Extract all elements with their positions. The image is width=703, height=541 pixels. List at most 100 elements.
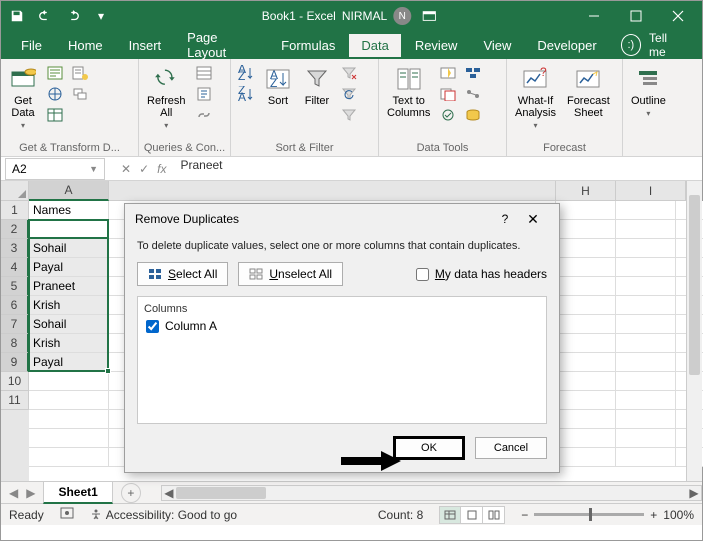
cell-empty[interactable] <box>616 429 676 448</box>
column-a-checkbox[interactable] <box>146 320 159 333</box>
edit-links-icon[interactable] <box>193 105 215 125</box>
manage-data-model-icon[interactable] <box>462 105 484 125</box>
headers-checkbox-input[interactable] <box>416 268 429 281</box>
name-box-dropdown-icon[interactable]: ▼ <box>89 164 98 174</box>
zoom-in-button[interactable]: + <box>650 508 657 522</box>
existing-connections-icon[interactable] <box>69 84 91 104</box>
sheet-nav-next-icon[interactable]: ▶ <box>26 486 35 500</box>
undo-icon[interactable] <box>33 4 57 28</box>
cell-empty[interactable] <box>616 315 676 334</box>
dialog-help-button[interactable]: ? <box>493 212 517 226</box>
cell-empty[interactable] <box>556 429 616 448</box>
cell-empty[interactable] <box>29 429 109 448</box>
row-header-1[interactable]: 1 <box>1 201 29 220</box>
cancel-button[interactable]: Cancel <box>475 437 547 459</box>
row-header-5[interactable]: 5 <box>1 277 29 296</box>
my-data-has-headers-checkbox[interactable]: My data has headers <box>416 267 547 281</box>
maximize-button[interactable] <box>616 1 656 31</box>
cell-empty[interactable] <box>616 220 676 239</box>
consolidate-icon[interactable] <box>462 63 484 83</box>
unselect-all-button[interactable]: Unselect All <box>238 262 343 286</box>
vertical-scrollbar[interactable] <box>686 181 702 481</box>
row-header-3[interactable]: 3 <box>1 239 29 258</box>
tab-file[interactable]: File <box>9 34 54 57</box>
columns-listbox[interactable]: Columns Column A <box>137 296 547 424</box>
hscroll-left-icon[interactable]: ◀ <box>162 486 176 500</box>
fill-handle[interactable] <box>105 368 111 374</box>
new-sheet-button[interactable]: + <box>121 483 141 503</box>
avatar[interactable]: N <box>393 7 411 25</box>
row-header-8[interactable]: 8 <box>1 334 29 353</box>
sort-button[interactable]: AZ Sort <box>260 63 296 109</box>
cell-empty[interactable] <box>29 448 109 467</box>
tell-me-search[interactable]: :) Tell me <box>611 27 694 63</box>
cell-empty[interactable] <box>556 201 616 220</box>
queries-connections-icon[interactable] <box>193 63 215 83</box>
tab-developer[interactable]: Developer <box>525 34 608 57</box>
cell-empty[interactable] <box>556 372 616 391</box>
properties-icon[interactable] <box>193 84 215 104</box>
sheet-tab-sheet1[interactable]: Sheet1 <box>43 482 112 504</box>
fx-icon[interactable]: fx <box>157 162 166 176</box>
redo-icon[interactable] <box>61 4 85 28</box>
cell-empty[interactable] <box>556 448 616 467</box>
get-data-button[interactable]: Get Data ▾ <box>5 63 41 132</box>
cell-A8[interactable]: Krish <box>29 334 109 353</box>
col-header-A[interactable]: A <box>29 181 109 201</box>
sort-asc-icon[interactable]: AZ <box>235 63 257 83</box>
cancel-formula-icon[interactable]: ✕ <box>121 162 131 176</box>
close-button[interactable] <box>658 1 698 31</box>
reapply-filter-icon[interactable] <box>338 84 360 104</box>
from-table-range-icon[interactable] <box>44 105 66 125</box>
cell-empty[interactable] <box>616 239 676 258</box>
zoom-level[interactable]: 100% <box>663 508 694 522</box>
minimize-button[interactable] <box>574 1 614 31</box>
cell-empty[interactable] <box>616 201 676 220</box>
outline-button[interactable]: Outline ▾ <box>627 63 670 120</box>
advanced-filter-icon[interactable] <box>338 105 360 125</box>
zoom-out-button[interactable]: − <box>521 508 528 522</box>
cell-A7[interactable]: Sohail <box>29 315 109 334</box>
cell-empty[interactable] <box>556 315 616 334</box>
row-header-9[interactable]: 9 <box>1 353 29 372</box>
vertical-scroll-thumb[interactable] <box>689 195 700 375</box>
cell-empty[interactable] <box>556 353 616 372</box>
row-header-7[interactable]: 7 <box>1 315 29 334</box>
view-page-break-button[interactable] <box>483 506 505 524</box>
select-all-corner[interactable] <box>1 181 29 201</box>
view-normal-button[interactable] <box>439 506 461 524</box>
horizontal-scrollbar[interactable]: ◀ ▶ <box>161 485 702 501</box>
cell-empty[interactable] <box>616 258 676 277</box>
hscroll-right-icon[interactable]: ▶ <box>687 486 701 500</box>
cell-empty[interactable] <box>29 391 109 410</box>
tab-data[interactable]: Data <box>349 34 400 57</box>
cell-empty[interactable] <box>616 334 676 353</box>
cell-empty[interactable] <box>556 258 616 277</box>
from-text-csv-icon[interactable] <box>44 63 66 83</box>
row-header-11[interactable]: 11 <box>1 391 29 410</box>
cell-empty[interactable] <box>616 448 676 467</box>
row-header-10[interactable]: 10 <box>1 372 29 391</box>
remove-duplicates-icon[interactable] <box>437 84 459 104</box>
cell-A1[interactable]: Names <box>29 201 109 220</box>
cell-empty[interactable] <box>556 239 616 258</box>
macro-record-icon[interactable] <box>60 507 74 522</box>
text-to-columns-button[interactable]: Text to Columns <box>383 63 434 121</box>
cell-A3[interactable]: Sohail <box>29 239 109 258</box>
cell-empty[interactable] <box>616 410 676 429</box>
cell-A4[interactable]: Payal <box>29 258 109 277</box>
cell-A2[interactable]: Praneet <box>29 220 109 239</box>
what-if-analysis-button[interactable]: ? What-If Analysis ▾ <box>511 63 560 132</box>
relationships-icon[interactable] <box>462 84 484 104</box>
cell-empty[interactable] <box>556 334 616 353</box>
zoom-slider[interactable] <box>534 513 644 516</box>
ok-button[interactable]: OK <box>393 436 465 460</box>
flash-fill-icon[interactable] <box>437 63 459 83</box>
row-header-4[interactable]: 4 <box>1 258 29 277</box>
tab-insert[interactable]: Insert <box>117 34 174 57</box>
clear-filter-icon[interactable] <box>338 63 360 83</box>
cell-empty[interactable] <box>556 410 616 429</box>
ribbon-display-options-icon[interactable] <box>417 4 441 28</box>
save-icon[interactable] <box>5 4 29 28</box>
recent-sources-icon[interactable] <box>69 63 91 83</box>
